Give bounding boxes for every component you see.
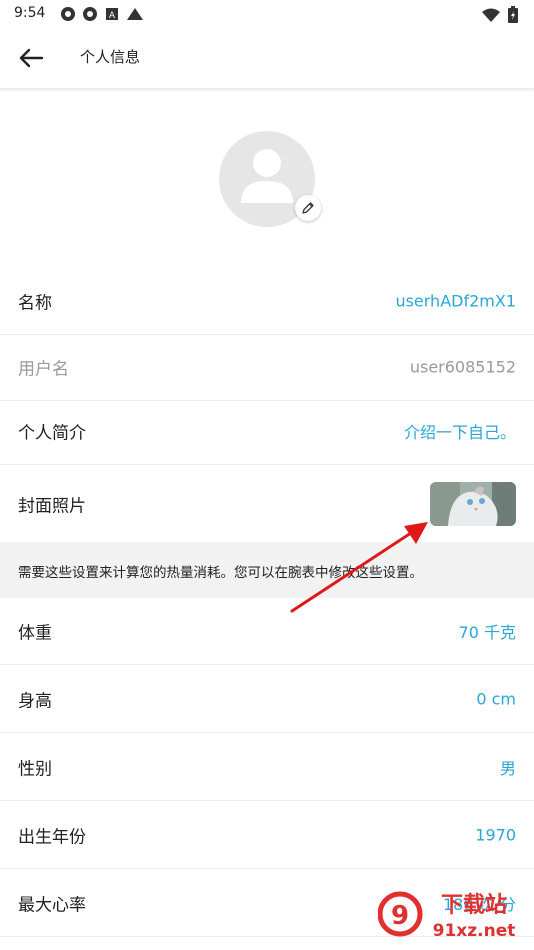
pencil-icon	[302, 202, 314, 214]
wifi-icon	[482, 8, 500, 22]
row-label: 最大心率	[18, 895, 86, 916]
row-label: 身高	[18, 691, 52, 712]
row-label: 用户名	[18, 359, 69, 380]
edit-avatar-button[interactable]	[295, 195, 321, 221]
notification-icons: A	[60, 6, 144, 22]
page-title: 个人信息	[80, 48, 141, 66]
app-bar: 个人信息	[0, 28, 534, 88]
row-value: 70 千克	[458, 623, 516, 642]
svg-text:91xz.net: 91xz.net	[433, 921, 516, 941]
triangle-icon	[127, 8, 143, 20]
system-icons	[482, 6, 518, 23]
row-username: 用户名 user6085152	[0, 334, 534, 401]
cover-photo-thumbnail[interactable]	[430, 482, 516, 526]
row-label: 封面照片	[18, 496, 86, 517]
cat-photo-image	[430, 482, 516, 526]
row-value: 介绍一下自己。	[403, 423, 516, 442]
row-label: 名称	[18, 293, 52, 314]
row-value: user6085152	[409, 357, 516, 377]
site-watermark-logo: 9 下载站 91xz.net	[378, 891, 516, 941]
back-arrow-icon[interactable]	[18, 46, 44, 70]
row-label: 性别	[18, 759, 52, 780]
row-value: userhADf2mX1	[395, 291, 516, 311]
avatar-section	[219, 131, 321, 227]
row-label: 个人简介	[18, 423, 86, 444]
row-cover-photo[interactable]: 封面照片	[0, 466, 534, 542]
svg-text:9: 9	[391, 901, 409, 931]
row-weight[interactable]: 体重 70 千克	[0, 598, 534, 665]
row-value: 男	[499, 759, 516, 778]
row-bio[interactable]: 个人简介 介绍一下自己。	[0, 398, 534, 465]
app-a-icon: A	[106, 8, 118, 21]
status-bar: 9:54 A	[0, 0, 534, 28]
row-label: 出生年份	[18, 827, 86, 848]
svg-text:A: A	[109, 11, 116, 21]
battery-icon	[508, 6, 518, 23]
svg-text:下载站: 下载站	[441, 892, 507, 918]
row-name[interactable]: 名称 userhADf2mX1	[0, 268, 534, 335]
row-label: 体重	[18, 623, 52, 644]
row-value: 1970	[475, 825, 516, 845]
note-text: 需要这些设置来计算您的热量消耗。您可以在腕表中修改这些设置。	[18, 565, 423, 581]
status-time: 9:54	[14, 5, 46, 21]
row-gender[interactable]: 性别 男	[0, 734, 534, 801]
row-value: 0 cm	[476, 689, 516, 709]
row-birth-year[interactable]: 出生年份 1970	[0, 802, 534, 869]
app-notification-icon	[83, 7, 97, 21]
calorie-note: 需要这些设置来计算您的热量消耗。您可以在腕表中修改这些设置。	[0, 542, 534, 598]
row-height[interactable]: 身高 0 cm	[0, 666, 534, 733]
app-notification-icon	[61, 7, 75, 21]
